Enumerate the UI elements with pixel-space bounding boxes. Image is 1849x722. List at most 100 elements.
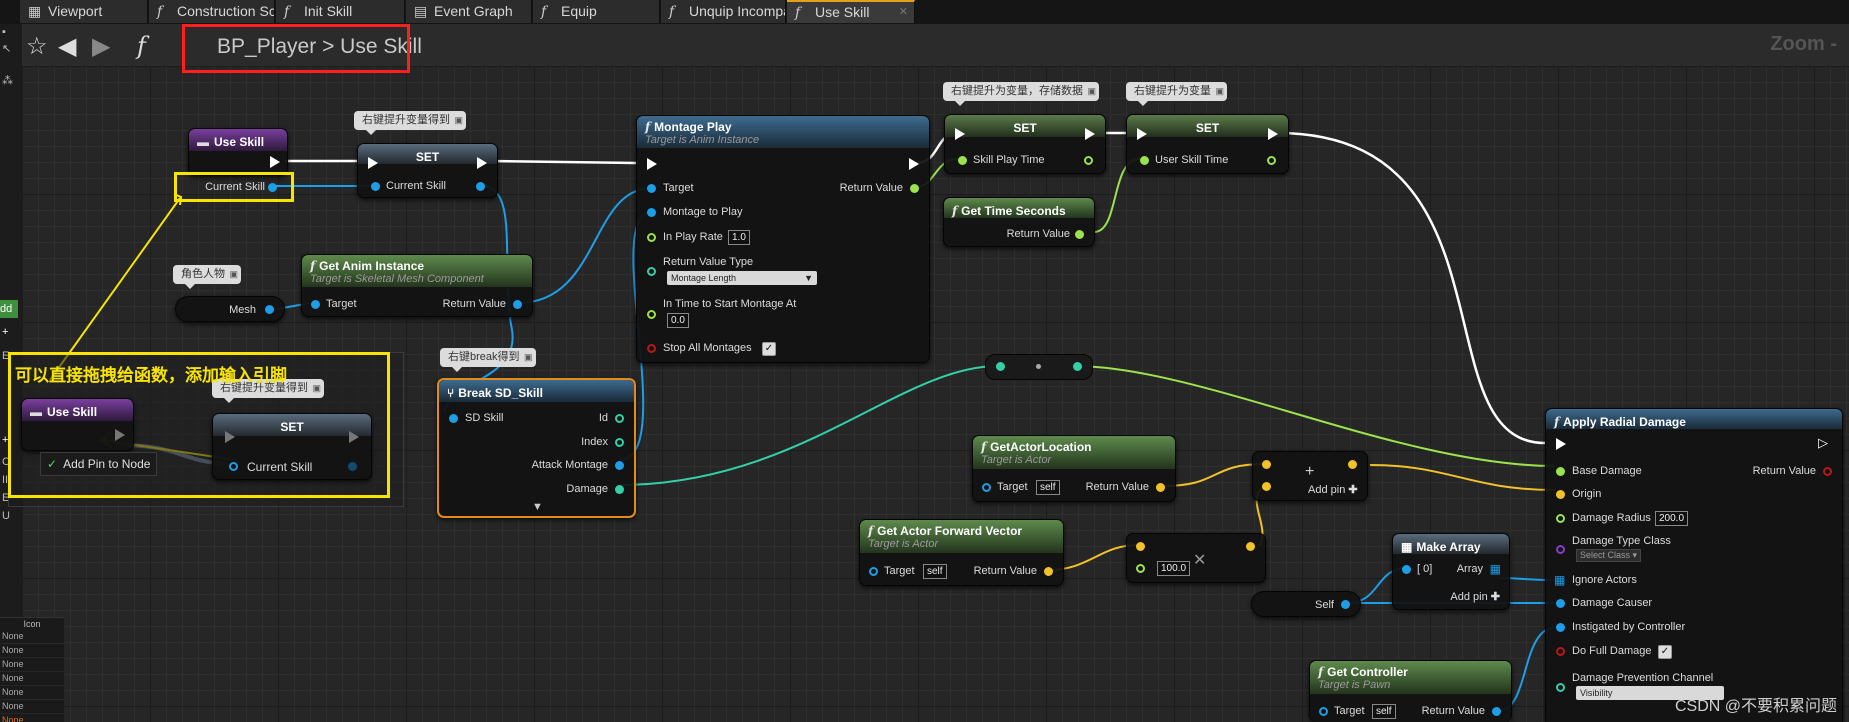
reroute-node[interactable] bbox=[985, 354, 1093, 380]
get-anim-instance-node[interactable]: f Get Anim Instance Target is Skeletal Mes… bbox=[301, 254, 533, 317]
make-array-node[interactable]: ▦ Make Array [ 0] Array ▦ Add pin ✚ bbox=[1392, 533, 1510, 610]
get-controller-node[interactable]: f Get Controller Target is Pawn Target sel… bbox=[1309, 660, 1512, 722]
result-output-pin[interactable] bbox=[1246, 542, 1255, 551]
damage-radius-input-pin[interactable] bbox=[1556, 514, 1565, 523]
user-skill-time-output-pin[interactable] bbox=[1267, 156, 1276, 165]
play-rate-input-pin[interactable] bbox=[647, 233, 656, 242]
details-row[interactable]: None bbox=[0, 686, 64, 700]
self-output-pin[interactable] bbox=[1341, 600, 1350, 609]
ignore-actors-input-pin[interactable]: ▦ bbox=[1554, 573, 1565, 587]
do-full-damage-input-pin[interactable] bbox=[1556, 647, 1565, 656]
exec-out-pin[interactable] bbox=[477, 157, 487, 169]
skill-play-time-input-pin[interactable] bbox=[958, 156, 967, 165]
get-time-seconds-node[interactable]: f Get Time Seconds Return Value bbox=[943, 197, 1095, 247]
target-input-pin[interactable] bbox=[869, 567, 878, 576]
break-sd-skill-node[interactable]: ⑂ Break SD_Skill SD Skill Id Index Attack… bbox=[437, 378, 636, 518]
exec-in-pin[interactable] bbox=[647, 158, 657, 170]
reroute-input-pin[interactable] bbox=[996, 362, 1005, 371]
use-skill-entry-node[interactable]: ▬ Use Skill Current Skill bbox=[188, 128, 288, 193]
damage-radius-field[interactable]: 200.0 bbox=[1655, 511, 1689, 526]
index-output-pin[interactable] bbox=[615, 438, 624, 447]
details-row[interactable]: None bbox=[0, 672, 64, 686]
b-input-pin[interactable] bbox=[1136, 564, 1145, 573]
b-input-pin[interactable] bbox=[1262, 482, 1271, 491]
add-pin-button[interactable]: Add pin ✚ bbox=[1308, 483, 1358, 496]
montage-play-node[interactable]: f Montage Play Target is Anim Instance Tar… bbox=[636, 115, 930, 363]
set-user-skill-time-node[interactable]: SET User Skill Time bbox=[1126, 114, 1289, 174]
details-row[interactable]: None bbox=[0, 630, 64, 644]
exec-out-pin[interactable] bbox=[270, 156, 280, 168]
damage-type-select[interactable]: Select Class ▾ bbox=[1576, 549, 1642, 562]
multiply-node[interactable]: 100.0 ✕ bbox=[1126, 533, 1266, 583]
return-value-output-pin[interactable] bbox=[1075, 230, 1084, 239]
damage-causer-input-pin[interactable] bbox=[1556, 599, 1565, 608]
stop-montages-input-pin[interactable] bbox=[647, 344, 656, 353]
target-input-pin[interactable] bbox=[982, 483, 991, 492]
mesh-variable-node[interactable]: Mesh bbox=[175, 296, 285, 322]
pin-comment-icon[interactable]: ▣ bbox=[1215, 82, 1224, 101]
add-vector-node[interactable]: + Add pin ✚ bbox=[1252, 451, 1368, 501]
base-damage-input-pin[interactable] bbox=[1556, 467, 1565, 476]
pin-comment-icon[interactable]: ▣ bbox=[454, 111, 463, 130]
exec-out-pin[interactable] bbox=[1268, 128, 1278, 140]
play-rate-field[interactable]: 1.0 bbox=[728, 230, 750, 245]
return-value-output-pin[interactable] bbox=[1492, 707, 1501, 716]
apply-radial-damage-node[interactable]: f Apply Radial Damage ▷ Base Damage Retur… bbox=[1545, 408, 1843, 722]
return-value-output-pin[interactable] bbox=[1823, 467, 1832, 476]
details-row[interactable]: None bbox=[0, 658, 64, 672]
add-pin-button[interactable]: Add pin ✚ bbox=[1450, 590, 1500, 603]
current-skill-input-pin[interactable] bbox=[371, 182, 380, 191]
element-0-input-pin[interactable] bbox=[1402, 565, 1411, 574]
exec-in-pin[interactable] bbox=[1137, 128, 1147, 140]
instigated-by-input-pin[interactable] bbox=[1556, 623, 1565, 632]
return-type-input-pin[interactable] bbox=[647, 267, 656, 276]
target-input-pin[interactable] bbox=[1319, 707, 1328, 716]
return-value-output-pin[interactable] bbox=[1156, 483, 1165, 492]
a-input-pin[interactable] bbox=[1136, 542, 1145, 551]
start-time-input-pin[interactable] bbox=[647, 310, 656, 319]
pin-comment-icon[interactable]: ▣ bbox=[1087, 82, 1096, 101]
exec-in-pin[interactable] bbox=[368, 157, 378, 169]
self-reference-node[interactable]: Self bbox=[1251, 591, 1361, 617]
reroute-output-pin[interactable] bbox=[1073, 362, 1082, 371]
collapse-chevron-icon[interactable]: ▼ bbox=[532, 501, 543, 513]
pin-comment-icon[interactable]: ▣ bbox=[229, 265, 238, 284]
set-skill-play-time-node[interactable]: SET Skill Play Time bbox=[944, 114, 1106, 174]
return-value-output-pin[interactable] bbox=[513, 300, 522, 309]
get-actor-forward-vector-node[interactable]: f Get Actor Forward Vector Target is Actor… bbox=[859, 519, 1064, 586]
multiply-value-field[interactable]: 100.0 bbox=[1157, 561, 1191, 576]
return-value-output-pin[interactable] bbox=[1044, 567, 1053, 576]
details-row[interactable]: None bbox=[0, 714, 64, 722]
damage-type-input-pin[interactable] bbox=[1556, 545, 1565, 554]
pin-comment-icon[interactable]: ▣ bbox=[524, 348, 533, 367]
current-skill-output-pin[interactable] bbox=[476, 182, 485, 191]
exec-out-pin[interactable] bbox=[1085, 128, 1095, 140]
return-type-dropdown[interactable]: Montage Length ▼ bbox=[667, 271, 817, 285]
sd-skill-input-pin[interactable] bbox=[449, 414, 458, 423]
start-time-field[interactable]: 0.0 bbox=[667, 313, 689, 328]
exec-out-pin[interactable] bbox=[909, 158, 919, 170]
exec-in-pin[interactable] bbox=[1556, 438, 1566, 450]
attack-montage-output-pin[interactable] bbox=[615, 461, 624, 470]
array-output-pin[interactable]: ▦ bbox=[1490, 562, 1501, 576]
details-row[interactable]: None bbox=[0, 700, 64, 714]
target-input-pin[interactable] bbox=[311, 300, 320, 309]
mesh-output-pin[interactable] bbox=[265, 305, 274, 314]
result-output-pin[interactable] bbox=[1348, 460, 1357, 469]
origin-input-pin[interactable] bbox=[1556, 490, 1565, 499]
a-input-pin[interactable] bbox=[1262, 460, 1271, 469]
user-skill-time-input-pin[interactable] bbox=[1140, 156, 1149, 165]
prevention-channel-input-pin[interactable] bbox=[1556, 683, 1565, 692]
exec-in-pin[interactable] bbox=[955, 128, 965, 140]
set-current-skill-node[interactable]: SET Current Skill bbox=[357, 143, 498, 198]
do-full-damage-checkbox[interactable]: ✓ bbox=[1658, 645, 1672, 659]
get-actor-location-node[interactable]: f GetActorLocation Target is Actor Target … bbox=[972, 435, 1176, 502]
damage-output-pin[interactable] bbox=[615, 485, 624, 494]
montage-input-pin[interactable] bbox=[647, 208, 656, 217]
stop-montages-checkbox[interactable]: ✓ bbox=[762, 342, 776, 356]
details-row[interactable]: None bbox=[0, 644, 64, 658]
skill-play-time-output-pin[interactable] bbox=[1084, 156, 1093, 165]
target-input-pin[interactable] bbox=[647, 184, 656, 193]
return-value-output-pin[interactable] bbox=[910, 184, 919, 193]
id-output-pin[interactable] bbox=[615, 414, 624, 423]
